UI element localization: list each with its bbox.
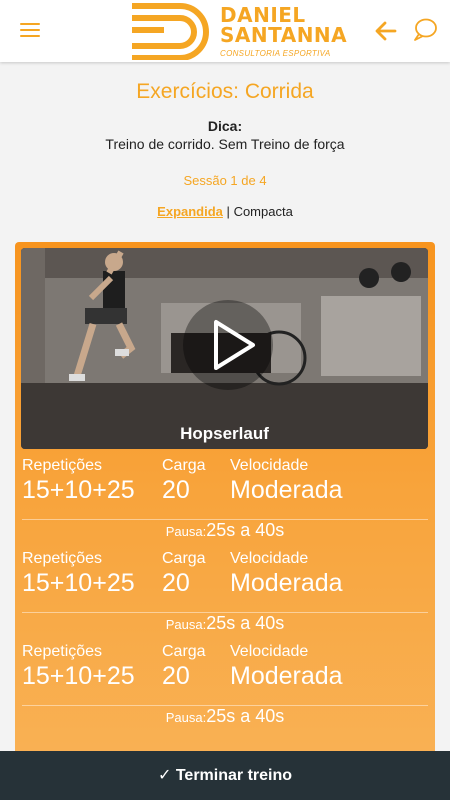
repetitions-value: 15+10+25: [22, 662, 135, 690]
speed-value: Moderada: [230, 569, 343, 597]
hamburger-icon[interactable]: [18, 18, 42, 42]
logo-tagline: CONSULTORIA ESPORTIVA: [220, 49, 331, 58]
repetitions-label: Repetições: [22, 550, 103, 567]
pause-info: Pausa:25s a 40s: [15, 520, 435, 541]
page-title: Exercícios: Corrida: [136, 80, 314, 103]
logo-wordmark: DANIEL SANTANNA: [220, 3, 348, 47]
pause-label: Pausa:: [165, 617, 207, 632]
speed-label: Velocidade: [230, 457, 309, 474]
pause-info: Pausa:25s a 40s: [15, 613, 435, 634]
session-indicator: Sessão 1 de 4: [183, 173, 267, 188]
tip-text: Treino de corrido. Sem Treino de força: [105, 136, 345, 152]
repetitions-value: 15+10+25: [22, 476, 135, 504]
load-label: Carga: [162, 550, 206, 567]
view-expanded-link[interactable]: Expandida: [157, 204, 223, 219]
set-row: Repetições 15+10+25 Carga 20 Velocidade …: [15, 643, 435, 736]
set-row: Repetições 15+10+25 Carga 20 Velocidade …: [15, 457, 435, 550]
speed-label: Velocidade: [230, 643, 309, 660]
exercise-card: Hopserlauf Repetições 15+10+25 Carga 20 …: [15, 242, 435, 800]
pause-value: 25s a 40s: [206, 520, 285, 540]
play-icon: [214, 320, 255, 370]
play-button[interactable]: [183, 300, 273, 390]
logo-mark-icon: [132, 2, 209, 61]
app-screen: DANIEL SANTANNA CONSULTORIA ESPORTIVA Ex…: [0, 0, 450, 800]
load-value: 20: [162, 476, 190, 504]
logo: DANIEL SANTANNA CONSULTORIA ESPORTIVA: [128, 2, 347, 61]
app-header: DANIEL SANTANNA CONSULTORIA ESPORTIVA: [0, 0, 450, 62]
exercise-name: Hopserlauf: [180, 424, 269, 443]
repetitions-label: Repetições: [22, 643, 103, 660]
load-value: 20: [162, 569, 190, 597]
load-label: Carga: [162, 457, 206, 474]
tip-label: Dica:: [207, 118, 243, 134]
pause-label: Pausa:: [165, 710, 207, 725]
pause-value: 25s a 40s: [206, 706, 285, 726]
repetitions-label: Repetições: [22, 457, 103, 474]
view-separator: |: [226, 204, 230, 219]
finish-workout-label: ✓ Terminar treino: [157, 767, 293, 784]
pause-label: Pausa:: [165, 524, 207, 539]
chat-bubble-icon[interactable]: [412, 17, 438, 43]
repetitions-value: 15+10+25: [22, 569, 135, 597]
speed-value: Moderada: [230, 662, 343, 690]
pause-value: 25s a 40s: [206, 613, 285, 633]
set-row: Repetições 15+10+25 Carga 20 Velocidade …: [15, 550, 435, 643]
exercise-video[interactable]: Hopserlauf: [21, 248, 428, 449]
load-label: Carga: [162, 643, 206, 660]
pause-info: Pausa:25s a 40s: [15, 706, 435, 727]
load-value: 20: [162, 662, 190, 690]
view-compact-link[interactable]: Compacta: [234, 204, 293, 219]
speed-label: Velocidade: [230, 550, 309, 567]
speed-value: Moderada: [230, 476, 343, 504]
finish-workout-button[interactable]: ✓ Terminar treino: [0, 751, 450, 800]
view-toggle: Expandida | Compacta: [0, 204, 450, 219]
arrow-left-icon[interactable]: [373, 18, 399, 44]
